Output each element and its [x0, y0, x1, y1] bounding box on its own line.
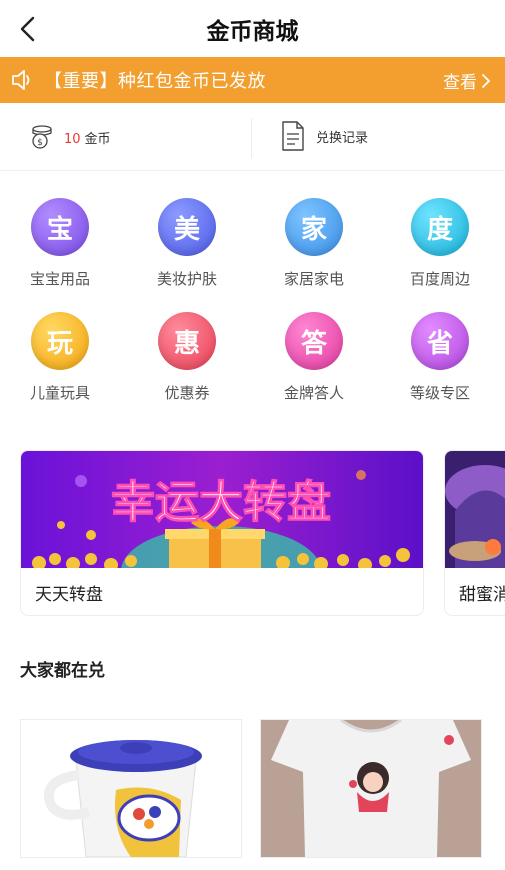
- toys-icon: 玩: [31, 312, 89, 370]
- category-label: 宝宝用品: [29, 270, 90, 288]
- coupons-icon: 惠: [158, 312, 216, 370]
- category-label: 等级专区: [409, 384, 470, 402]
- notice-more-link[interactable]: 查看: [443, 68, 491, 93]
- section-title: 大家都在兑: [20, 661, 105, 681]
- coin-stack-icon: $: [32, 125, 52, 149]
- category-level-zone[interactable]: 省 等级专区: [390, 312, 490, 403]
- category-label: 百度周边: [409, 270, 470, 288]
- category-home[interactable]: 家 家居家电: [264, 198, 364, 289]
- lucky-wheel-illustration: 幸运大转盘: [21, 451, 423, 615]
- wheel-banner-title: 幸运大转盘: [111, 477, 331, 528]
- chevron-right-icon: [482, 73, 491, 88]
- category-label: 美妆护肤: [156, 270, 217, 288]
- category-toys[interactable]: 玩 儿童玩具: [10, 312, 110, 403]
- top-answerer-icon: 答: [285, 312, 343, 370]
- exchange-records-label: 兑换记录: [316, 130, 369, 146]
- notice-more-label: 查看: [443, 73, 477, 93]
- promo-card-sweet[interactable]: 甜蜜消: [444, 450, 505, 616]
- category-label: 优惠券: [164, 384, 210, 402]
- tshirt-image: [261, 720, 481, 857]
- svg-text:$: $: [37, 138, 43, 148]
- nav-header: 金币商城: [0, 0, 505, 57]
- product-card-tshirt[interactable]: [260, 719, 482, 858]
- level-zone-icon: 省: [411, 312, 469, 370]
- category-baby[interactable]: 宝 宝宝用品: [10, 198, 110, 289]
- home-icon: 家: [285, 198, 343, 256]
- wheel-banner: 幸运大转盘: [21, 451, 423, 615]
- coin-unit: 金币: [84, 131, 111, 147]
- product-card-mug[interactable]: [20, 719, 242, 858]
- category-label: 儿童玩具: [29, 384, 90, 402]
- category-label: 金牌答人: [283, 384, 344, 402]
- notice-text: 【重要】种红包金币已发放: [44, 71, 266, 92]
- promo-carousel: 幸运大转盘 天天转盘 甜蜜消: [0, 450, 505, 620]
- document-icon: [282, 121, 304, 151]
- page-title: 金币商城: [206, 19, 299, 45]
- category-baidu-merch[interactable]: 度 百度周边: [390, 198, 490, 289]
- sweet-illustration: [445, 451, 505, 568]
- exchange-records-button[interactable]: 兑换记录: [280, 120, 368, 152]
- account-stats: $ 10 金币 兑换记录: [0, 104, 505, 171]
- divider: [251, 118, 252, 158]
- category-top-answerer[interactable]: 答 金牌答人: [264, 312, 364, 403]
- coin-count: 10: [64, 131, 81, 147]
- promo-card-label: 甜蜜消: [459, 585, 505, 605]
- promo-card-wheel[interactable]: 幸运大转盘 天天转盘: [20, 450, 424, 616]
- speaker-icon: [12, 70, 30, 90]
- category-coupons[interactable]: 惠 优惠券: [137, 312, 237, 403]
- category-label: 家居家电: [283, 270, 344, 288]
- beauty-icon: 美: [158, 198, 216, 256]
- baidu-merch-icon: 度: [411, 198, 469, 256]
- notice-bar[interactable]: 【重要】种红包金币已发放 查看: [0, 57, 505, 103]
- promo-card-label: 天天转盘: [35, 585, 103, 605]
- baby-icon: 宝: [31, 198, 89, 256]
- category-beauty[interactable]: 美 美妆护肤: [137, 198, 237, 289]
- coin-balance[interactable]: $ 10 金币: [28, 124, 111, 150]
- mug-image: [21, 720, 241, 857]
- sweet-banner: [445, 451, 505, 568]
